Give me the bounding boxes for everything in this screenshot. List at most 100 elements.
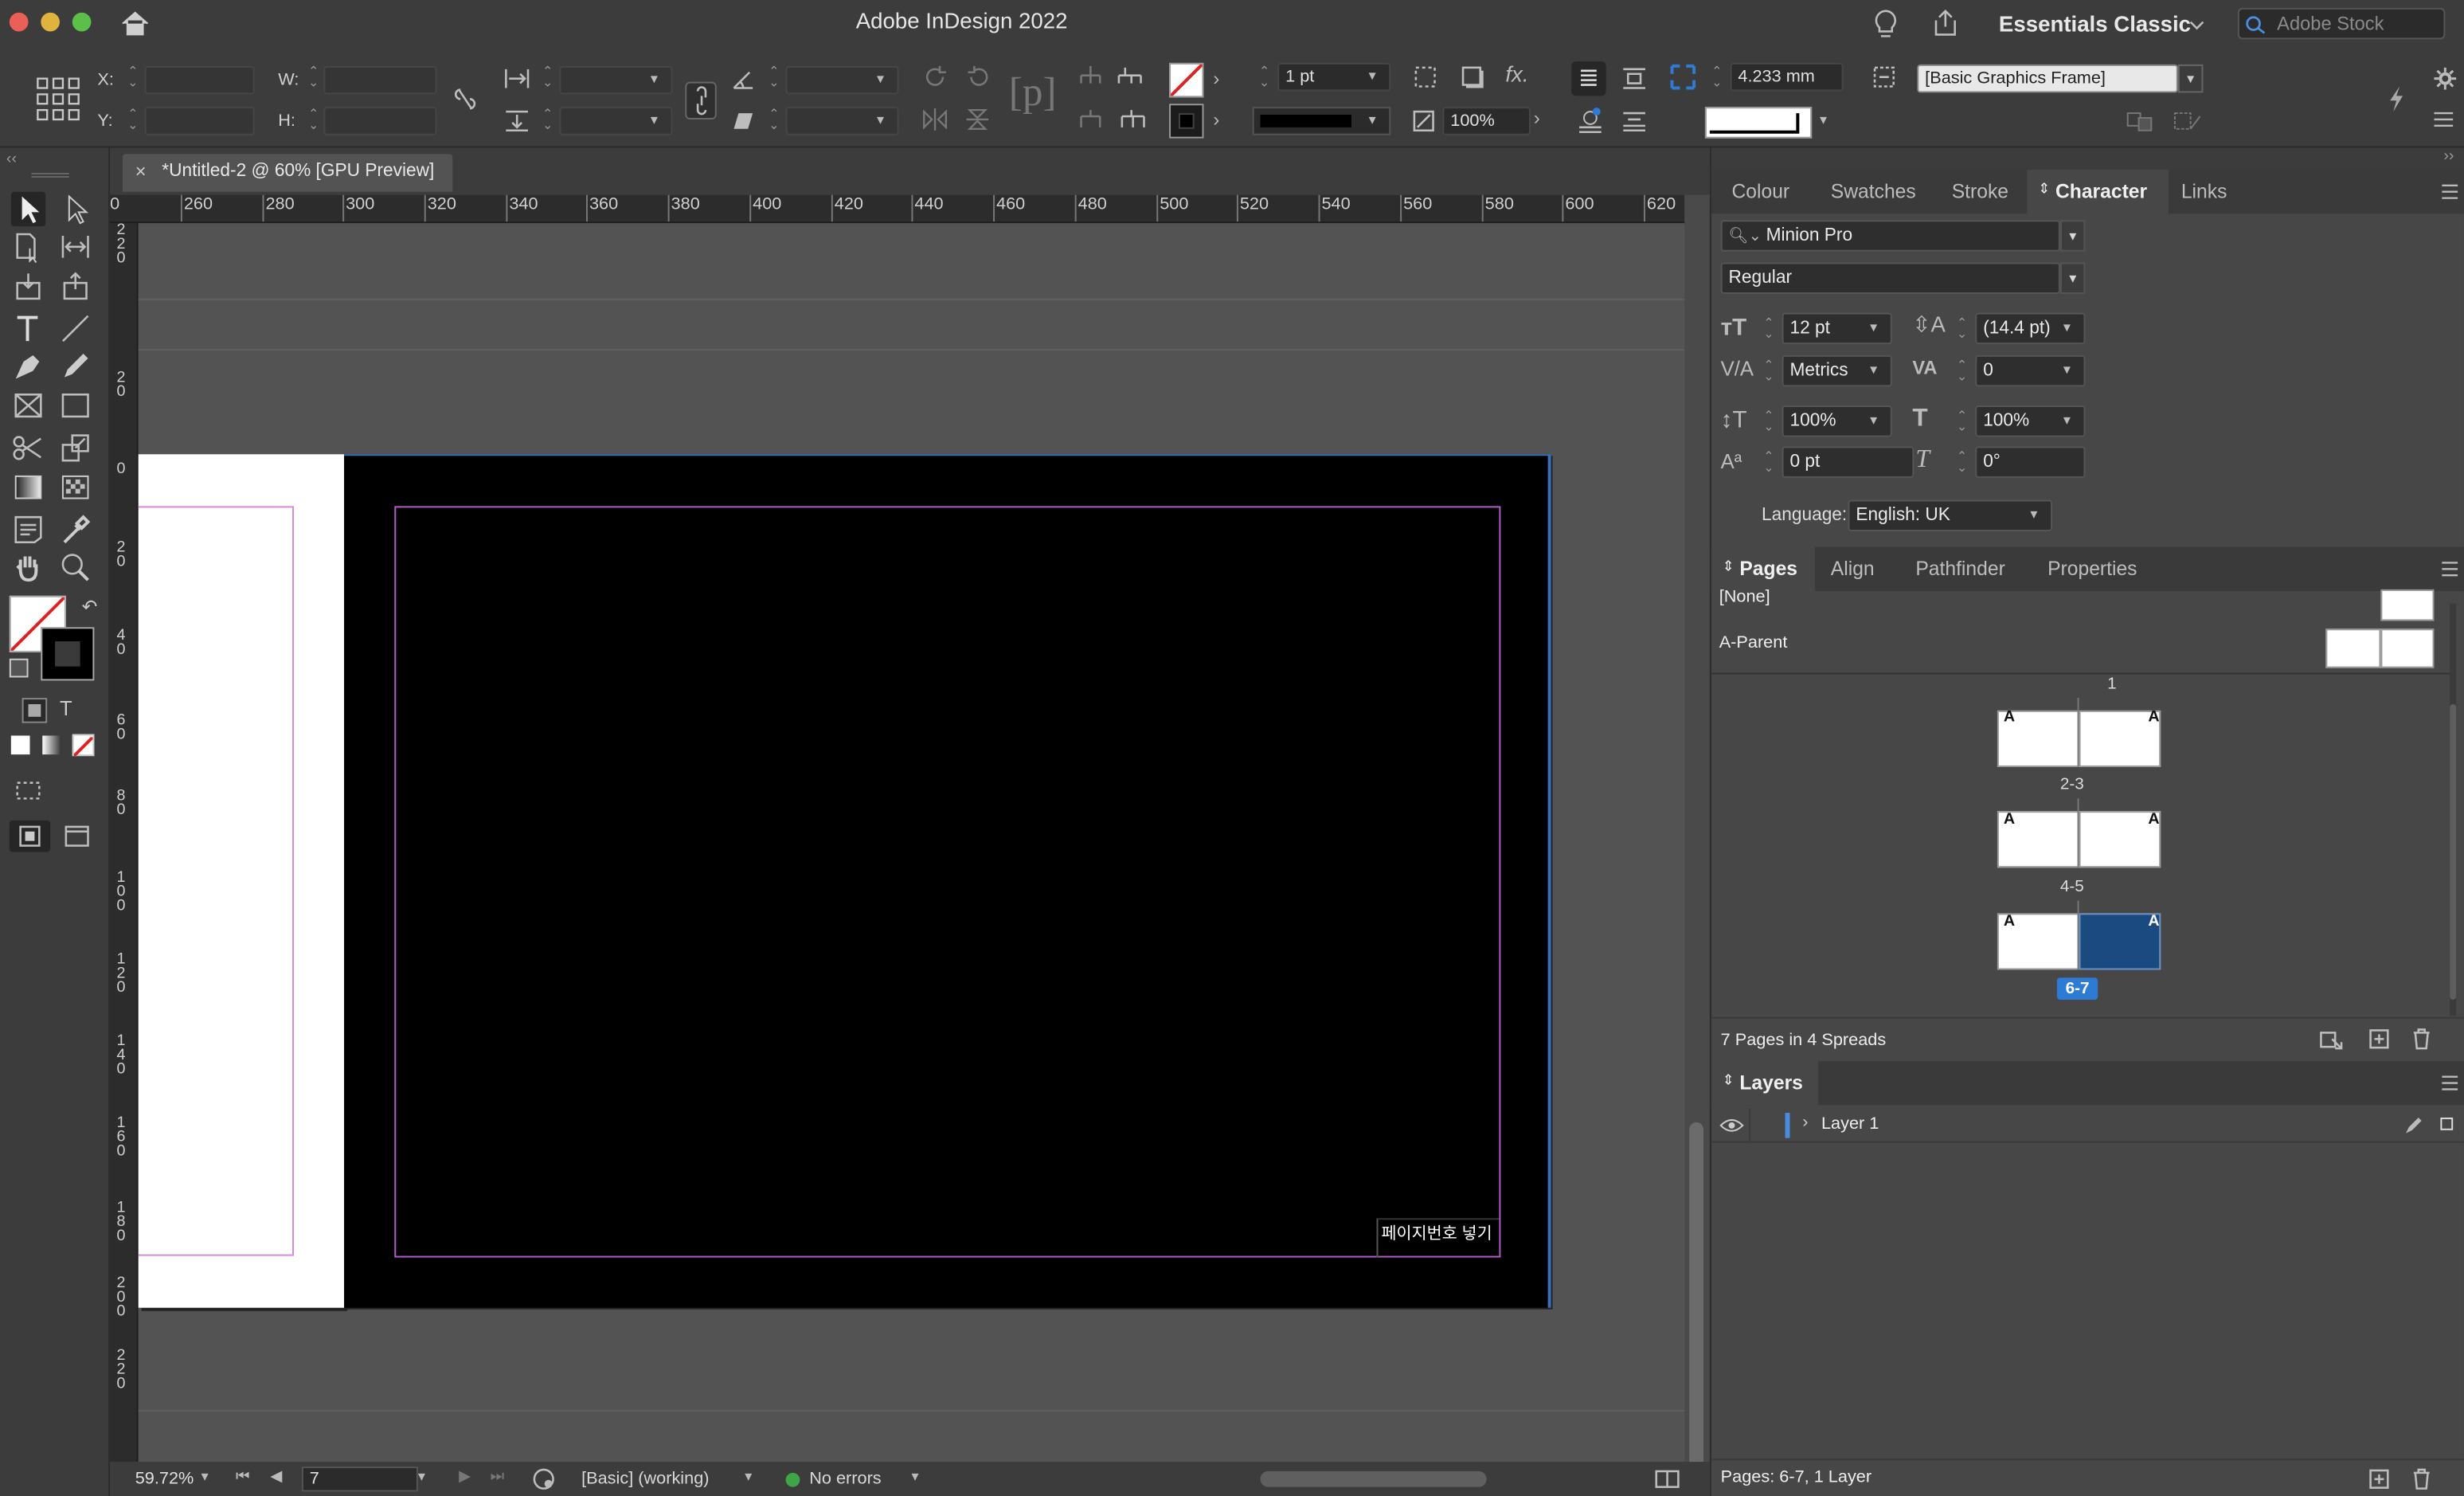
apply-color-button[interactable] xyxy=(10,735,30,755)
chevron-down-icon[interactable]: ▾ xyxy=(1870,362,1877,379)
scissors-tool[interactable] xyxy=(11,431,45,465)
layer-row[interactable]: › Layer 1 xyxy=(1711,1108,2464,1143)
chevron-down-icon[interactable]: ▾ xyxy=(2059,262,2086,294)
preflight-icon[interactable] xyxy=(531,1467,557,1492)
h-stepper[interactable]: ⌃ ⌄ xyxy=(307,108,321,131)
parent-a-left-thumb[interactable] xyxy=(2325,629,2381,668)
gear-icon[interactable] xyxy=(2433,66,2458,92)
direct-selection-tool[interactable] xyxy=(58,192,92,226)
content-collector-tool[interactable] xyxy=(11,268,45,303)
apply-style-icon[interactable] xyxy=(2172,110,2206,132)
tracking-stepper[interactable]: ⌃ ⌄ xyxy=(1955,359,1969,383)
select-container-icon[interactable] xyxy=(1075,63,1106,92)
document-tab[interactable]: × *Untitled-2 @ 60% [GPU Preview] xyxy=(122,154,453,192)
align-center-button[interactable] xyxy=(1571,61,1606,96)
quick-apply-icon[interactable] xyxy=(2385,85,2407,114)
screen-mode-icon[interactable] xyxy=(63,824,94,849)
reference-point-icon[interactable] xyxy=(34,76,81,123)
line-tool[interactable] xyxy=(58,311,92,346)
chevron-down-icon[interactable]: ▾ xyxy=(1870,319,1877,337)
hand-tool[interactable] xyxy=(11,550,45,585)
page-7[interactable]: 페이지번호 넣기 xyxy=(344,454,1551,1308)
page-tool[interactable] xyxy=(11,229,45,264)
tab-swatches[interactable]: Swatches xyxy=(1812,170,1933,213)
w-field[interactable] xyxy=(323,65,437,95)
close-tab-icon[interactable]: × xyxy=(135,160,147,182)
new-page-icon[interactable] xyxy=(2368,1028,2391,1050)
tab-character[interactable]: ⇕ Character xyxy=(2027,170,2169,214)
tab-pages[interactable]: ⇕ Pages xyxy=(1711,546,1816,591)
select-content-icon[interactable] xyxy=(1116,63,1150,92)
spread-label-6-7[interactable]: 6-7 xyxy=(2056,977,2098,1000)
leading-stepper[interactable]: ⌃ ⌄ xyxy=(1955,317,1969,341)
scale-y-icon[interactable] xyxy=(503,108,531,134)
preflight-profile[interactable]: [Basic] (working) xyxy=(581,1470,709,1489)
formatting-container-button[interactable] xyxy=(22,698,48,723)
type-tool[interactable] xyxy=(11,311,45,346)
horizontal-scale-stepper[interactable]: ⌃ ⌄ xyxy=(1955,409,1969,433)
vertical-scale-stepper[interactable]: ⌃ ⌄ xyxy=(1762,409,1776,433)
eye-icon[interactable] xyxy=(1719,1116,1745,1135)
page-6[interactable] xyxy=(138,454,345,1308)
fx-icon[interactable]: fx. xyxy=(1505,61,1528,87)
stroke-swatch[interactable] xyxy=(1169,104,1204,139)
scale-x-icon[interactable] xyxy=(503,66,531,92)
dimension-field[interactable]: 4.233 mm xyxy=(1730,62,1844,92)
horizontal-scroll-thumb[interactable] xyxy=(1260,1471,1487,1487)
chevron-right-icon[interactable]: › xyxy=(1534,107,1540,129)
zoom-tool[interactable] xyxy=(58,550,92,585)
panel-menu-icon[interactable] xyxy=(2440,561,2459,577)
layer-selection-square[interactable] xyxy=(2440,1117,2454,1130)
y-stepper[interactable]: ⌃ ⌄ xyxy=(126,108,140,131)
link-scale-button[interactable] xyxy=(685,81,717,119)
tab-stroke[interactable]: Stroke xyxy=(1933,170,2027,213)
opacity-icon[interactable] xyxy=(1410,107,1438,135)
parent-none-label[interactable]: [None] xyxy=(1719,588,1770,607)
w-stepper[interactable]: ⌃ ⌄ xyxy=(307,65,321,89)
new-layer-icon[interactable] xyxy=(2368,1468,2391,1490)
scale-y-stepper[interactable]: ⌃ ⌄ xyxy=(541,108,555,131)
chevron-down-icon[interactable]: ▾ xyxy=(651,112,658,129)
x-stepper[interactable]: ⌃ ⌄ xyxy=(126,65,140,89)
fill-swatch-none[interactable] xyxy=(1169,62,1204,98)
shear-angle-icon[interactable] xyxy=(731,108,757,134)
panel-menu-icon[interactable] xyxy=(2433,110,2455,129)
kerning-stepper[interactable]: ⌃ ⌄ xyxy=(1762,359,1776,383)
trash-icon[interactable] xyxy=(2411,1467,2433,1490)
chevron-down-icon[interactable]: ▾ xyxy=(2063,319,2071,337)
next-page-icon[interactable]: ▶ xyxy=(459,1468,471,1486)
shear-stepper[interactable]: ⌃ ⌄ xyxy=(767,108,781,131)
tab-colour[interactable]: Colour xyxy=(1711,170,1812,213)
parent-none-thumb[interactable] xyxy=(2380,589,2435,621)
swap-colors-icon[interactable]: ↶ xyxy=(82,596,98,618)
selection-tool[interactable] xyxy=(10,191,46,227)
page-number-frame[interactable]: 페이지번호 넣기 xyxy=(1376,1218,1500,1258)
share-icon[interactable] xyxy=(1930,8,1961,39)
workspace-switcher[interactable]: Essentials Classic xyxy=(1999,11,2191,37)
stroke-color-swatch[interactable] xyxy=(41,627,95,681)
chevron-down-icon[interactable]: ▾ xyxy=(877,112,884,129)
zoom-level[interactable]: 59.72% xyxy=(135,1470,194,1489)
chevron-down-icon[interactable]: ▾ xyxy=(201,1468,209,1486)
gradient-feather-tool[interactable] xyxy=(58,470,92,504)
font-family-select[interactable]: 🔍︎⌄ Minion Pro xyxy=(1720,220,2060,252)
split-window-icon[interactable] xyxy=(1655,1468,1680,1490)
skew-field[interactable]: 0° xyxy=(1975,446,2086,478)
apply-none-button[interactable] xyxy=(72,734,95,758)
content-placer-tool[interactable] xyxy=(58,268,92,303)
chevron-down-icon[interactable]: ▾ xyxy=(1369,68,1376,85)
language-select[interactable]: English: UK xyxy=(1848,499,2053,531)
chevron-down-icon[interactable]: ▾ xyxy=(2030,506,2037,523)
pencil-tool[interactable] xyxy=(58,349,92,383)
gradient-swatch-tool[interactable] xyxy=(11,470,45,504)
parent-a-right-thumb[interactable] xyxy=(2380,629,2435,668)
last-page-icon[interactable]: ⏭ xyxy=(491,1468,505,1486)
rotation-angle-icon[interactable] xyxy=(731,66,757,92)
scroll-thumb[interactable] xyxy=(1689,1122,1703,1468)
apply-gradient-button[interactable] xyxy=(42,735,61,755)
view-options-icon[interactable] xyxy=(16,780,45,802)
chevron-down-icon[interactable]: ▾ xyxy=(1870,412,1877,429)
tab-layers[interactable]: ⇕ Layers xyxy=(1711,1060,1819,1106)
rotate-counterclockwise-icon[interactable] xyxy=(965,63,994,92)
chevron-down-icon[interactable]: ▾ xyxy=(2059,220,2086,252)
